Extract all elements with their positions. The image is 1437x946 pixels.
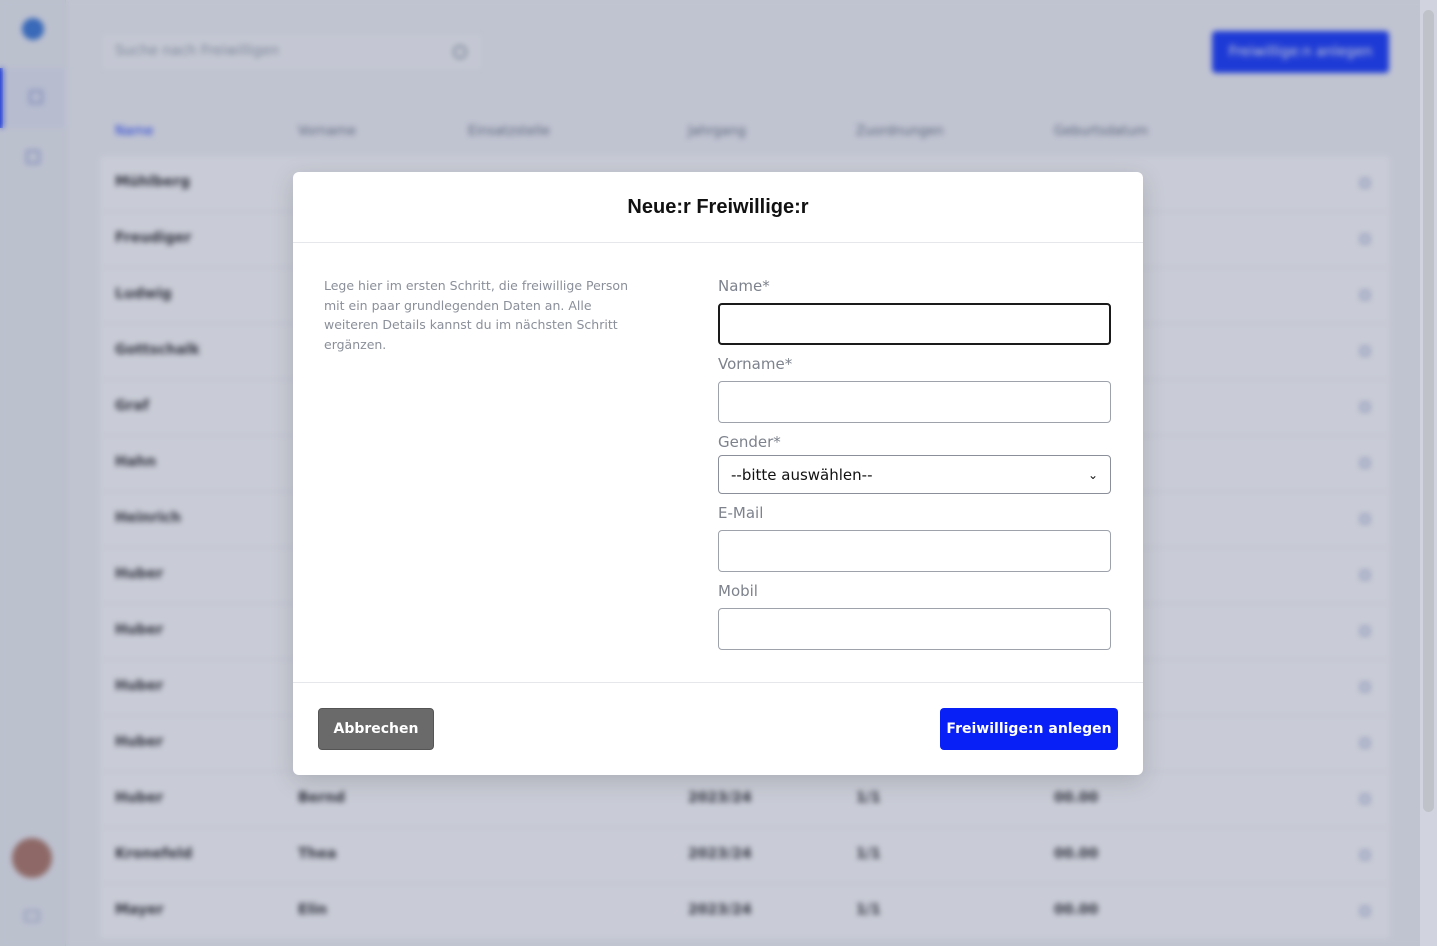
scrollbar[interactable]	[1420, 0, 1437, 946]
dialog-body: Lege hier im ersten Schritt, die freiwil…	[293, 243, 1143, 683]
dialog-title: Neue:r Freiwillige:r	[627, 195, 809, 218]
new-volunteer-dialog: Neue:r Freiwillige:r Lege hier im ersten…	[293, 172, 1143, 775]
dialog-header: Neue:r Freiwillige:r	[293, 172, 1143, 243]
dialog-intro-text: Lege hier im ersten Schritt, die freiwil…	[324, 278, 628, 352]
vorname-label: Vorname*	[718, 355, 793, 373]
gender-selected-value: --bitte auswählen--	[731, 465, 873, 484]
cancel-button[interactable]: Abbrechen	[318, 708, 434, 750]
gender-select[interactable]: --bitte auswählen-- ⌄	[718, 455, 1111, 494]
email-field[interactable]	[718, 530, 1111, 572]
mobil-field[interactable]	[718, 608, 1111, 650]
mobil-label: Mobil	[718, 582, 758, 600]
chevron-down-icon: ⌄	[1087, 467, 1098, 482]
email-label: E-Mail	[718, 504, 764, 522]
vorname-field[interactable]	[718, 381, 1111, 423]
scrollbar-thumb[interactable]	[1423, 10, 1434, 812]
name-field[interactable]	[718, 303, 1111, 345]
gender-label: Gender*	[718, 433, 781, 451]
name-label: Name*	[718, 277, 770, 295]
create-volunteer-button[interactable]: Freiwillige:n anlegen	[940, 708, 1118, 750]
